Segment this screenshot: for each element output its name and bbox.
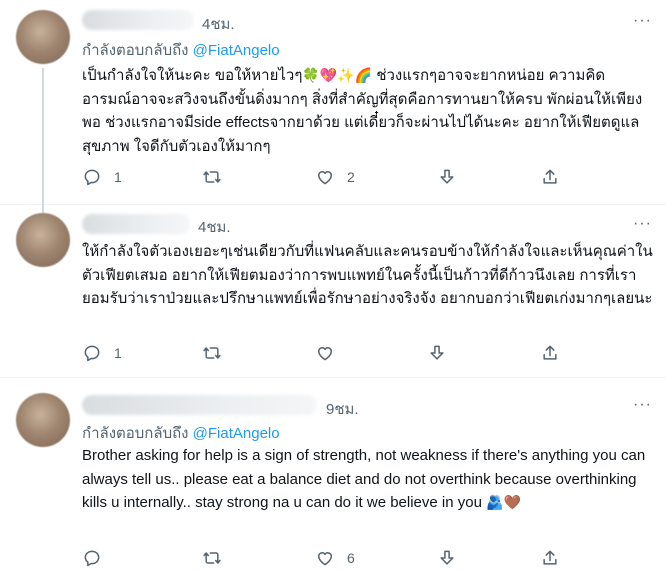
reply-prefix: กำลังตอบกลับถึง bbox=[82, 425, 189, 442]
avatar[interactable] bbox=[16, 213, 70, 267]
more-options-icon[interactable]: ··· bbox=[633, 12, 652, 30]
retweet-icon bbox=[203, 347, 221, 359]
reply-count: 1 bbox=[114, 345, 122, 361]
share-button[interactable] bbox=[540, 341, 560, 365]
retweet-icon bbox=[203, 171, 221, 183]
tweet-timestamp[interactable]: 4ชม. bbox=[198, 215, 231, 239]
tweet-3[interactable]: 9ชม. ··· กำลังตอบกลับถึง @FiatAngelo Bro… bbox=[0, 378, 666, 572]
tweet-text-part: Brother asking for help is a sign of str… bbox=[82, 447, 646, 511]
more-options-icon[interactable]: ··· bbox=[633, 215, 652, 233]
retweet-icon bbox=[203, 552, 221, 564]
reply-context: กำลังตอบกลับถึง @FiatAngelo bbox=[82, 38, 280, 62]
like-button[interactable]: 2 bbox=[315, 165, 355, 189]
heart-icon bbox=[317, 552, 333, 566]
tweet-text: ให้กำลังใจตัวเองเยอะๆเช่นเดียวกับที่แฟนค… bbox=[82, 243, 653, 307]
like-count: 2 bbox=[347, 169, 355, 185]
reply-button[interactable] bbox=[82, 546, 114, 570]
tweet-text: เป็นกำลังใจให้นะคะ ขอให้หายไวๆ🍀💖✨🌈 ช่วงแ… bbox=[82, 64, 654, 158]
reply-button[interactable]: 1 bbox=[82, 341, 122, 365]
tweet-timestamp[interactable]: 4ชม. bbox=[202, 12, 235, 36]
reply-icon bbox=[84, 169, 100, 186]
like-button[interactable]: 6 bbox=[315, 546, 355, 570]
share-icon bbox=[543, 550, 557, 565]
reply-count: 1 bbox=[114, 169, 122, 185]
share-button[interactable] bbox=[540, 165, 560, 189]
vote-button[interactable] bbox=[437, 165, 457, 189]
thread-line bbox=[42, 204, 44, 213]
tweet-1[interactable]: 4ชม. ··· กำลังตอบกลับถึง @FiatAngelo เป็… bbox=[0, 0, 666, 204]
tweet-text: Brother asking for help is a sign of str… bbox=[82, 444, 654, 515]
tweet-timestamp[interactable]: 9ชม. bbox=[326, 397, 359, 421]
tweet-actions: 1 bbox=[82, 341, 642, 365]
share-icon bbox=[543, 169, 557, 184]
reply-icon bbox=[84, 345, 100, 362]
reply-handle-link[interactable]: @FiatAngelo bbox=[193, 42, 280, 59]
tweet-2[interactable]: 4ชม. ··· ให้กำลังใจตัวเองเยอะๆเช่นเดียวก… bbox=[0, 204, 666, 377]
tweet-text-part: เป็นกำลังใจให้นะคะ ขอให้หายไวๆ bbox=[82, 67, 303, 84]
more-options-icon[interactable]: ··· bbox=[633, 396, 652, 414]
retweet-button[interactable] bbox=[202, 165, 234, 189]
tweet-actions: 6 bbox=[82, 546, 642, 570]
avatar[interactable] bbox=[16, 10, 70, 64]
heart-icon bbox=[317, 347, 333, 361]
reply-prefix: กำลังตอบกลับถึง bbox=[82, 42, 189, 59]
retweet-button[interactable] bbox=[202, 546, 234, 570]
avatar[interactable] bbox=[16, 393, 70, 447]
arrow-down-icon bbox=[440, 169, 454, 184]
vote-button[interactable] bbox=[437, 546, 457, 570]
author-name-blurred[interactable] bbox=[82, 10, 194, 30]
thread-line bbox=[42, 68, 44, 204]
like-button[interactable] bbox=[315, 341, 347, 365]
like-count: 6 bbox=[347, 550, 355, 566]
heart-icon bbox=[317, 171, 333, 185]
share-button[interactable] bbox=[540, 546, 560, 570]
reply-icon bbox=[84, 550, 100, 567]
vote-button[interactable] bbox=[427, 341, 447, 365]
emoji-group: 🍀💖✨🌈 bbox=[302, 67, 373, 83]
author-name-blurred[interactable] bbox=[82, 395, 317, 415]
share-icon bbox=[543, 345, 557, 360]
emoji-group: 🫂🤎 bbox=[486, 494, 521, 510]
reply-button[interactable]: 1 bbox=[82, 165, 122, 189]
reply-handle-link[interactable]: @FiatAngelo bbox=[193, 425, 280, 442]
reply-context: กำลังตอบกลับถึง @FiatAngelo bbox=[82, 421, 280, 445]
retweet-button[interactable] bbox=[202, 341, 234, 365]
author-name-blurred[interactable] bbox=[82, 214, 190, 234]
tweet-actions: 1 2 bbox=[82, 165, 642, 189]
arrow-down-icon bbox=[430, 345, 444, 360]
arrow-down-icon bbox=[440, 550, 454, 565]
